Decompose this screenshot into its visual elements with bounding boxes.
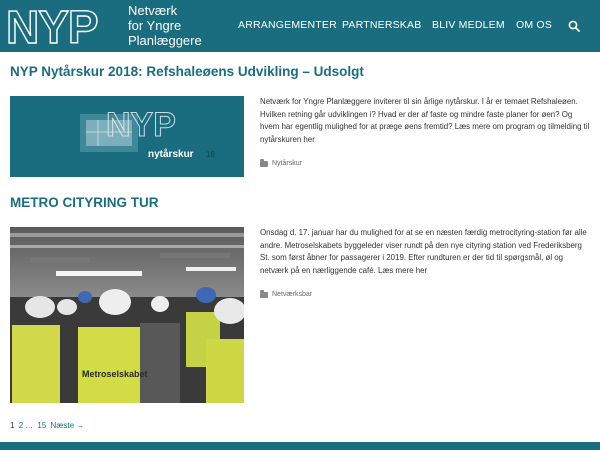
nav-item-partnerskab[interactable]: PARTNERSKAB	[342, 19, 421, 31]
page-ellipsis: …	[25, 421, 34, 430]
nav-item-bliv-medlem[interactable]: BLIV MEDLEM	[432, 19, 505, 31]
search-icon	[568, 20, 580, 32]
site-header: NYP Netværk for Yngre Planlæggere ARRANG…	[0, 0, 600, 54]
post-title-nytarskur[interactable]: NYP Nytårskur 2018: Refshaleøens Udvikli…	[10, 64, 364, 79]
metro-tour-photo: Metroselskabet	[10, 227, 244, 403]
post-excerpt-metro: Onsdag d. 17. januar har du mulighed for…	[260, 228, 587, 275]
category-label: Nytårskur	[272, 160, 302, 167]
thumb-caption: nytårskur	[148, 148, 194, 160]
vest-text: Metroselskabet	[82, 369, 148, 379]
folder-icon	[260, 158, 268, 167]
post-category-nytarskur[interactable]: Nytårskur	[260, 158, 302, 167]
nav-item-arrangementer[interactable]: ARRANGEMENTER	[238, 19, 337, 31]
search-button[interactable]	[568, 19, 582, 33]
post-title-metro[interactable]: METRO CITYRING TUR	[10, 195, 159, 210]
next-page-link[interactable]: Næste →	[51, 421, 85, 430]
page-link-2[interactable]: 2	[19, 421, 23, 430]
thumb-year: 18	[206, 150, 215, 159]
nytarskur-thumbnail-image: NYP nytårskur 18	[10, 96, 244, 177]
pagination: 1 2… 15 Næste →	[10, 421, 86, 430]
post-thumbnail-nytarskur[interactable]: NYP nytårskur 18	[10, 96, 244, 177]
page-current: 1	[10, 421, 15, 430]
post-category-metro[interactable]: Netværksbar	[260, 289, 313, 298]
page-link-last[interactable]: 15	[37, 421, 46, 430]
post-excerpt-nytarskur: Netværk for Yngre Planlæggere inviterer …	[260, 97, 590, 144]
folder-icon	[260, 289, 268, 298]
category-label: Netværksbar	[272, 291, 313, 298]
thumb-logo-text: NYP	[106, 106, 176, 144]
main-nav: ARRANGEMENTER PARTNERSKAB BLIV MEDLEM OM…	[0, 0, 600, 52]
footer-strip	[0, 442, 600, 450]
post-thumbnail-metro[interactable]: Metroselskabet	[10, 227, 244, 403]
nav-item-om-os[interactable]: OM OS	[516, 19, 552, 31]
